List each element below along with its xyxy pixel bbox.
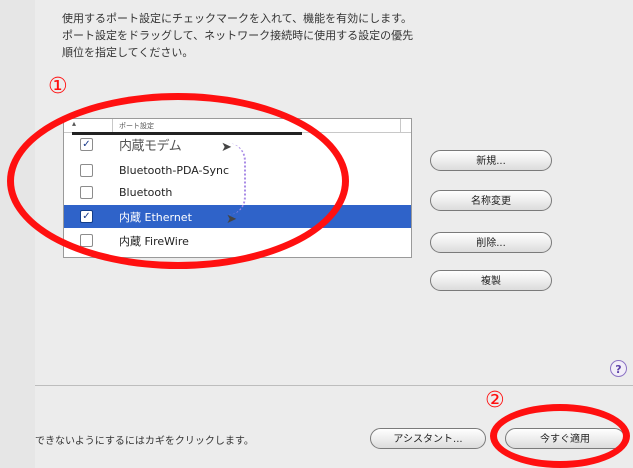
list-item-label: Bluetooth-PDA-Sync	[119, 164, 230, 177]
header-divider	[112, 119, 113, 132]
drop-indicator-line	[72, 132, 302, 135]
assistant-button[interactable]: アシスタント...	[370, 428, 486, 449]
pointer-cursor-icon: ➤	[221, 140, 232, 155]
header-divider-right	[400, 119, 401, 132]
list-item-label: 内蔵モデム	[119, 139, 182, 154]
delete-button[interactable]: 削除...	[430, 232, 552, 253]
checkbox[interactable]	[80, 164, 93, 177]
lock-hint-text: できないようにするにはカギをクリックします。	[35, 436, 254, 447]
apply-now-button[interactable]: 今すぐ適用	[505, 428, 625, 449]
annotation-marker-1: ①	[48, 74, 68, 99]
list-header: ▴ ポート設定	[64, 119, 411, 133]
rename-button[interactable]: 名称変更	[430, 190, 552, 211]
list-item-label: 内蔵 FireWire	[119, 234, 189, 248]
new-button[interactable]: 新規...	[430, 150, 552, 171]
checkbox[interactable]	[80, 234, 93, 247]
annotation-marker-2: ②	[485, 388, 505, 413]
list-item-label: Bluetooth	[119, 186, 173, 199]
divider	[35, 385, 633, 386]
checkbox[interactable]: ✓	[80, 138, 93, 151]
list-header-label: ポート設定	[119, 122, 154, 130]
list-item[interactable]: 内蔵 FireWire	[64, 229, 411, 252]
instructions-text: 使用するポート設定にチェックマークを入れて、機能を有効にします。 ポート設定をド…	[62, 12, 414, 59]
pointer-cursor-icon: ➤	[226, 212, 237, 227]
sort-arrow-icon[interactable]: ▴	[72, 119, 76, 128]
duplicate-button[interactable]: 複製	[430, 270, 552, 291]
list-item-label: 内蔵 Ethernet	[119, 210, 192, 224]
checkbox[interactable]	[80, 186, 93, 199]
checkbox[interactable]: ✓	[80, 210, 93, 223]
help-icon[interactable]: ?	[610, 360, 627, 377]
